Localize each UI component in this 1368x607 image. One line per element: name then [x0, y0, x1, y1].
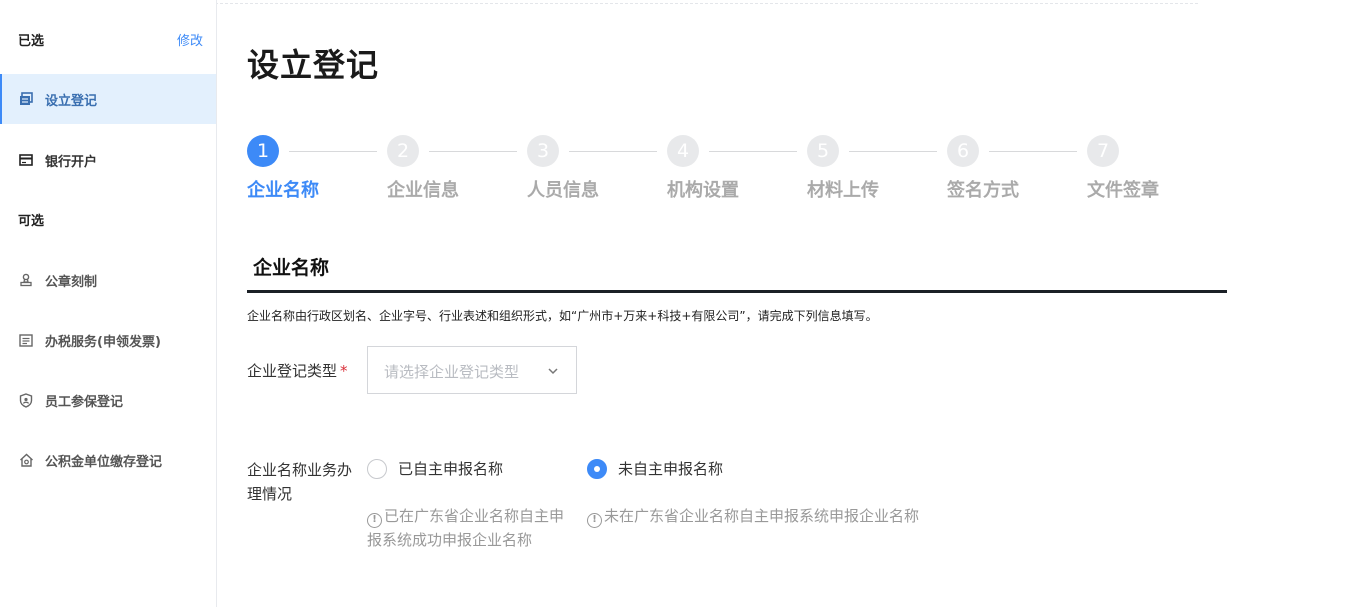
step-1[interactable]: 1 企业名称 [247, 135, 387, 205]
radio-circle [587, 458, 607, 479]
bank-card-icon [18, 152, 34, 168]
name-status-label-line2: 理情况 [247, 485, 293, 503]
step-7[interactable]: 7 文件签章 [1087, 135, 1227, 205]
optional-section-label: 可选 [18, 214, 45, 229]
tax-icon [18, 332, 34, 348]
step-connector [709, 151, 797, 152]
radio-label: 已自主申报名称 [398, 460, 504, 478]
sidebar-item-label: 设立登记 [45, 93, 98, 109]
step-5[interactable]: 5 材料上传 [807, 135, 947, 205]
sidebar-item-label: 公章刻制 [45, 274, 98, 290]
step-label: 文件签章 [1087, 180, 1159, 201]
step-3[interactable]: 3 人员信息 [527, 135, 667, 205]
edit-link[interactable]: 修改 [177, 30, 203, 49]
info-icon: ! [587, 513, 602, 528]
step-connector [569, 151, 657, 152]
info-icon: ! [367, 513, 382, 528]
sidebar-item-housing-fund[interactable]: 公积金单位缴存登记 [0, 435, 216, 485]
step-4[interactable]: 4 机构设置 [667, 135, 807, 205]
chevron-down-icon [546, 363, 560, 377]
sidebar-item-registration[interactable]: 设立登记 [0, 74, 216, 124]
step-connector [429, 151, 517, 152]
step-progress: 1 企业名称 2 企业信息 3 人员信息 4 机构设置 5 材料上传 6 签名方… [247, 135, 1247, 205]
sidebar-item-label: 公积金单位缴存登记 [45, 454, 163, 470]
step-number: 6 [947, 135, 979, 167]
step-number: 2 [387, 135, 419, 167]
shield-icon [18, 392, 34, 408]
step-connector [849, 151, 937, 152]
step-number: 3 [527, 135, 559, 167]
radio-label: 未自主申报名称 [618, 460, 724, 478]
register-icon [18, 91, 34, 107]
step-number: 1 [247, 135, 279, 167]
step-label: 企业信息 [387, 180, 459, 201]
sidebar-item-label: 员工参保登记 [45, 394, 124, 410]
select-placeholder: 请选择企业登记类型 [384, 363, 520, 381]
step-label: 人员信息 [527, 180, 599, 201]
reg-type-label: 企业登记类型 * [247, 360, 348, 381]
radio-circle [367, 458, 387, 479]
hint-declared: ! 已在广东省企业名称自主申 报系统成功申报企业名称 [367, 504, 582, 552]
step-2[interactable]: 2 企业信息 [387, 135, 527, 205]
reg-type-select[interactable]: 请选择企业登记类型 [367, 346, 577, 394]
section-title: 企业名称 [253, 257, 330, 279]
step-number: 7 [1087, 135, 1119, 167]
name-status-label: 企业名称业务办 理情况 [247, 458, 352, 506]
selected-header: 已选 修改 [0, 26, 216, 52]
step-label: 企业名称 [247, 180, 319, 201]
seal-icon [18, 272, 34, 288]
sidebar: 已选 修改 设立登记 银行开户 可选 公章刻制 办税服务(申领发票) 员工参保登… [0, 0, 217, 607]
page-title: 设立登记 [247, 46, 380, 84]
required-mark: * [340, 362, 348, 380]
radio-not-declared[interactable]: 未自主申报名称 [587, 458, 723, 479]
name-status-label-line1: 企业名称业务办 [247, 461, 353, 479]
step-connector [289, 151, 377, 152]
sidebar-item-bank-account[interactable]: 银行开户 [0, 135, 216, 185]
step-number: 5 [807, 135, 839, 167]
sidebar-item-label: 办税服务(申领发票) [45, 334, 161, 350]
radio-declared[interactable]: 已自主申报名称 [367, 458, 503, 479]
hint-line: 报系统成功申报企业名称 [367, 531, 533, 549]
step-connector [989, 151, 1077, 152]
section-description: 企业名称由行政区划名、企业字号、行业表述和组织形式，如“广州市+万来+科技+有限… [247, 309, 878, 323]
selected-section-label: 已选 [18, 34, 45, 49]
sidebar-item-social-insurance[interactable]: 员工参保登记 [0, 375, 216, 425]
step-label: 材料上传 [807, 180, 879, 201]
sidebar-item-seal[interactable]: 公章刻制 [0, 255, 216, 305]
step-label: 签名方式 [947, 180, 1019, 201]
house-icon [18, 452, 34, 468]
sidebar-item-tax[interactable]: 办税服务(申领发票) [0, 315, 216, 365]
section-divider [247, 290, 1227, 293]
step-number: 4 [667, 135, 699, 167]
reg-type-label-text: 企业登记类型 [247, 362, 338, 380]
hint-not-declared: ! 未在广东省企业名称自主申报系统申报企业名称 [587, 504, 919, 528]
hint-line: ! 已在广东省企业名称自主申 [367, 504, 582, 528]
sidebar-item-label: 银行开户 [45, 154, 98, 170]
step-6[interactable]: 6 签名方式 [947, 135, 1087, 205]
step-label: 机构设置 [667, 180, 739, 201]
